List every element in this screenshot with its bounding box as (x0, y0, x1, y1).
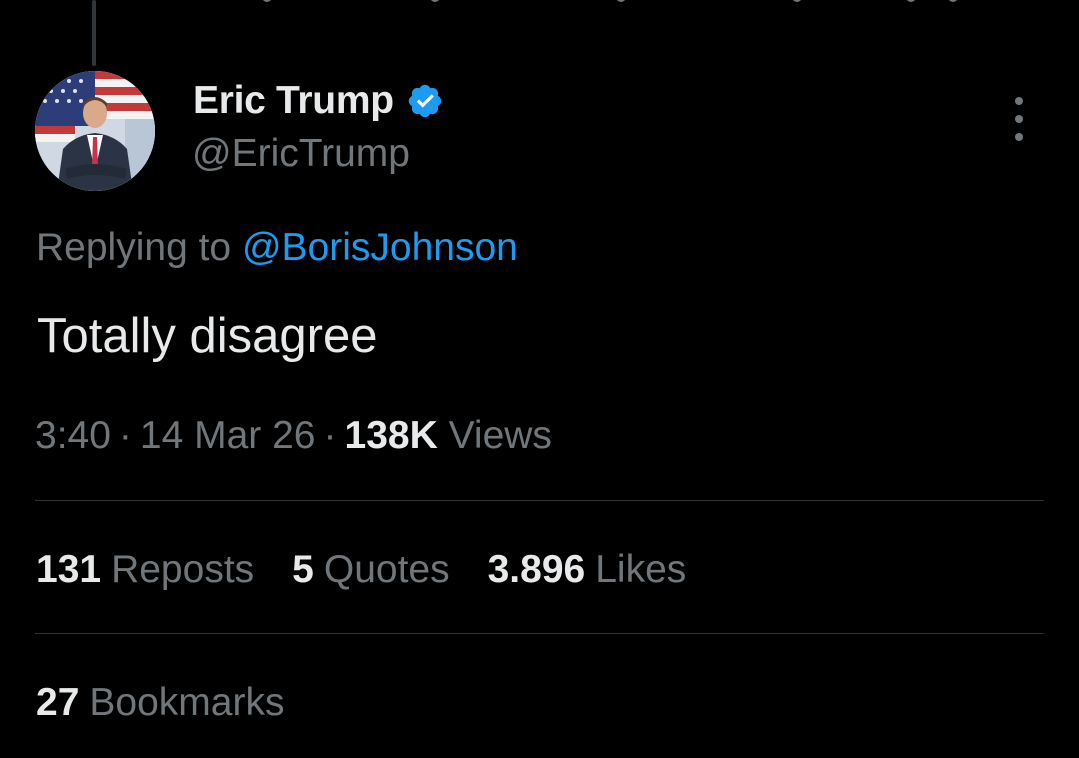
tweet-text: Totally disagree (37, 309, 378, 363)
author-name-row[interactable]: Eric Trump (193, 78, 444, 124)
bookmarks-stat[interactable]: 27 Bookmarks (36, 681, 284, 725)
quotes-stat[interactable]: 5 Quotes (292, 548, 449, 592)
tweet-meta: 3:40 · 14 Mar 26 · 138K Views (35, 414, 552, 458)
likes-label: Likes (595, 548, 687, 591)
meta-separator: · (118, 414, 132, 457)
views-count: 138K (344, 414, 438, 457)
divider (35, 500, 1044, 501)
reply-icon (262, 0, 272, 2)
reposts-label: Reposts (111, 548, 255, 591)
meta-separator: · (323, 414, 337, 457)
replying-to-prefix: Replying to (36, 226, 232, 269)
author-handle[interactable]: @EricTrump (192, 132, 410, 176)
verified-badge-icon[interactable] (406, 82, 444, 120)
thread-connector-line (92, 0, 96, 66)
tweet-time[interactable]: 3:40 (35, 414, 111, 457)
replying-to: Replying to @BorisJohnson (36, 226, 518, 270)
like-icon (616, 0, 626, 2)
reply-mention-link[interactable]: @BorisJohnson (242, 226, 518, 269)
repost-icon (430, 0, 440, 2)
quotes-count: 5 (292, 548, 314, 591)
more-dot (1015, 115, 1023, 123)
avatar[interactable] (35, 71, 155, 191)
tweet-date[interactable]: 14 Mar 26 (140, 414, 316, 457)
previous-tweet-actions-cropped (0, 0, 1079, 4)
engagement-stats: 131 Reposts 5 Quotes 3.896 Likes (36, 548, 724, 592)
bookmark-icon (906, 0, 916, 2)
more-dot (1015, 97, 1023, 105)
reposts-stat[interactable]: 131 Reposts (36, 548, 254, 592)
bookmarks-label: Bookmarks (89, 681, 285, 724)
more-options-icon[interactable] (1002, 97, 1036, 141)
share-icon (948, 0, 958, 2)
views-label: Views (448, 414, 552, 457)
likes-count: 3.896 (487, 548, 586, 591)
likes-stat[interactable]: 3.896 Likes (488, 548, 687, 592)
more-dot (1015, 133, 1023, 141)
reposts-count: 131 (36, 548, 102, 591)
quotes-label: Quotes (323, 548, 450, 591)
divider (35, 633, 1044, 634)
author-display-name[interactable]: Eric Trump (193, 79, 394, 123)
bookmarks-count: 27 (36, 681, 80, 724)
profile-photo-icon (35, 71, 155, 191)
views-icon (792, 0, 802, 2)
